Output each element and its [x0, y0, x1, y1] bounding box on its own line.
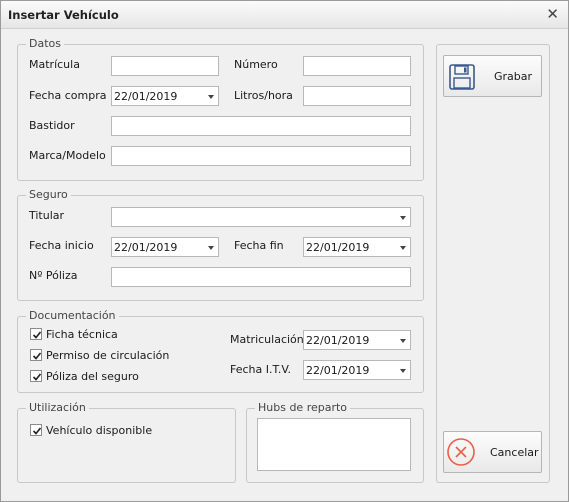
vehiculo-disponible-label: Vehículo disponible	[46, 424, 153, 437]
fecha-compra-picker[interactable]: 22/01/2019	[111, 86, 219, 106]
permiso-circulacion-checkbox[interactable]: Permiso de circulación	[30, 348, 210, 364]
dialog-window: Insertar Vehículo ✕ Datos Matrícula Núme…	[0, 0, 569, 502]
group-utilizacion: Utilización	[17, 401, 236, 483]
numero-label: Número	[234, 58, 278, 71]
fecha-inicio-label: Fecha inicio	[29, 239, 94, 252]
bastidor-label: Bastidor	[29, 119, 75, 132]
matricula-label: Matrícula	[29, 58, 80, 71]
marca-label: Marca/Modelo	[29, 149, 106, 162]
chevron-down-icon[interactable]	[400, 369, 406, 373]
chevron-down-icon[interactable]	[400, 246, 406, 250]
cancel-button[interactable]: Cancelar	[443, 431, 542, 473]
fecha-compra-value: 22/01/2019	[114, 90, 178, 103]
chevron-down-icon[interactable]	[400, 339, 406, 343]
title-bar[interactable]: Insertar Vehículo ✕	[1, 1, 568, 29]
fecha-fin-label: Fecha fin	[234, 239, 284, 252]
matriculacion-picker[interactable]: 22/01/2019	[303, 330, 411, 350]
bastidor-input[interactable]	[111, 116, 411, 136]
poliza-seguro-label: Póliza del seguro	[46, 370, 139, 383]
window-title: Insertar Vehículo	[8, 8, 119, 22]
itv-picker[interactable]: 22/01/2019	[303, 360, 411, 380]
checkbox-box[interactable]	[30, 328, 42, 340]
checkbox-box[interactable]	[30, 370, 42, 382]
group-utilizacion-legend: Utilización	[26, 401, 89, 415]
matriculacion-value: 22/01/2019	[306, 334, 370, 347]
marca-input[interactable]	[111, 146, 411, 166]
chevron-down-icon[interactable]	[208, 246, 214, 250]
fecha-compra-label: Fecha compra	[29, 89, 107, 102]
hubs-list[interactable]	[257, 418, 411, 471]
ficha-tecnica-label: Ficha técnica	[46, 328, 118, 341]
poliza-label: Nº Póliza	[29, 269, 78, 282]
cancel-button-label: Cancelar	[490, 446, 539, 459]
ficha-tecnica-checkbox[interactable]: Ficha técnica	[30, 327, 190, 343]
group-documentacion-legend: Documentación	[26, 309, 119, 323]
permiso-circulacion-label: Permiso de circulación	[46, 349, 170, 362]
matricula-input[interactable]	[111, 56, 219, 76]
vehiculo-disponible-checkbox[interactable]: Vehículo disponible	[30, 423, 190, 439]
floppy-disk-icon	[449, 64, 475, 90]
fecha-inicio-value: 22/01/2019	[114, 241, 178, 254]
titular-label: Titular	[29, 209, 65, 222]
itv-value: 22/01/2019	[306, 364, 370, 377]
titular-select[interactable]	[111, 207, 411, 227]
matriculacion-label: Matriculación	[230, 333, 304, 346]
check-icon	[32, 427, 42, 435]
chevron-down-icon[interactable]	[208, 95, 214, 99]
itv-label: Fecha I.T.V.	[230, 363, 292, 376]
numero-input[interactable]	[303, 56, 411, 76]
save-button-label: Grabar	[494, 70, 533, 83]
poliza-seguro-checkbox[interactable]: Póliza del seguro	[30, 369, 190, 385]
save-button[interactable]: Grabar	[443, 55, 542, 97]
chevron-down-icon[interactable]	[400, 216, 406, 220]
check-icon	[32, 331, 42, 339]
litros-input[interactable]	[303, 86, 411, 106]
group-hubs-legend: Hubs de reparto	[255, 401, 351, 415]
button-panel	[436, 44, 550, 483]
checkbox-box[interactable]	[30, 349, 42, 361]
group-datos-legend: Datos	[26, 37, 64, 51]
fecha-fin-picker[interactable]: 22/01/2019	[303, 237, 411, 257]
litros-label: Litros/hora	[234, 89, 293, 102]
cancel-icon	[447, 438, 475, 466]
fecha-fin-value: 22/01/2019	[306, 241, 370, 254]
close-icon[interactable]: ✕	[546, 6, 559, 22]
check-icon	[32, 373, 42, 381]
fecha-inicio-picker[interactable]: 22/01/2019	[111, 237, 219, 257]
checkbox-box[interactable]	[30, 424, 42, 436]
group-seguro-legend: Seguro	[26, 188, 71, 202]
check-icon	[32, 352, 42, 360]
poliza-input[interactable]	[111, 267, 411, 287]
